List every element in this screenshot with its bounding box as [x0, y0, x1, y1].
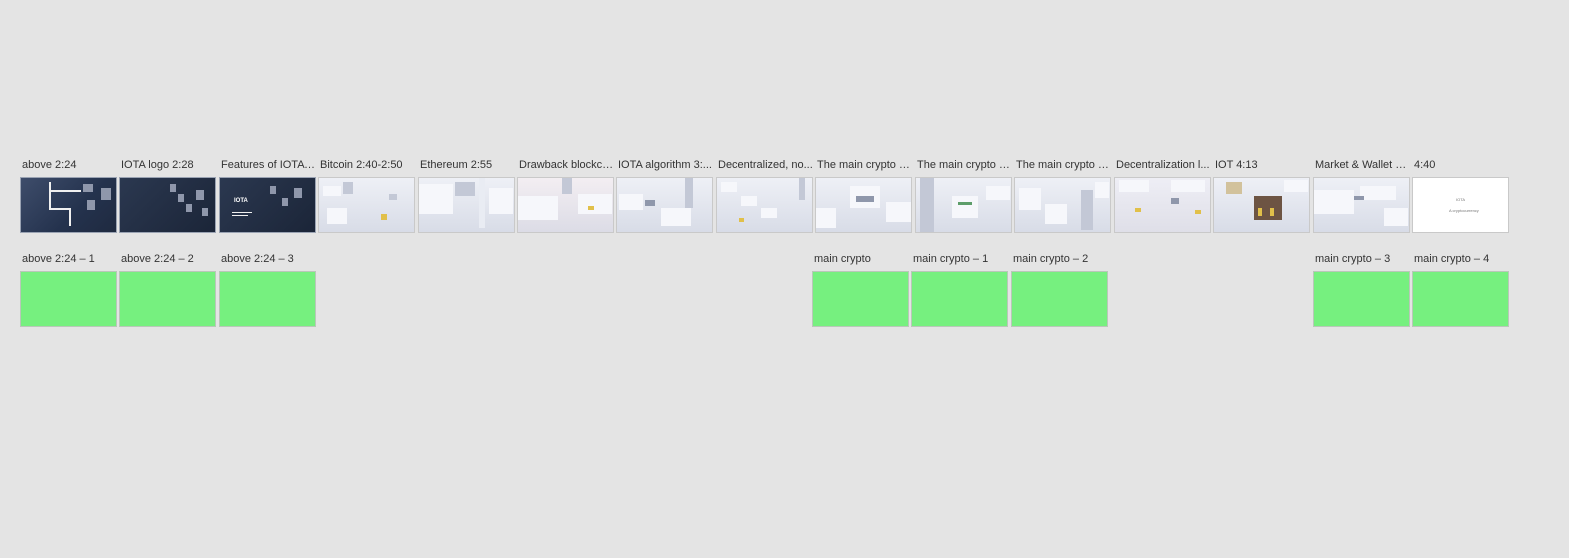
overlay-block[interactable]	[911, 271, 1008, 327]
frame-bitcoin[interactable]: Bitcoin 2:40-2:50	[318, 158, 415, 233]
frame-label: Decentralization l...	[1116, 159, 1210, 171]
overlay-label: above 2:24 – 3	[221, 253, 294, 265]
frame-label: Market & Wallet 4...	[1315, 159, 1410, 171]
frame-decentralized[interactable]: Decentralized, no...	[716, 158, 813, 233]
overlay-block[interactable]	[812, 271, 909, 327]
overlay-clip[interactable]: above 2:24 – 3	[219, 252, 316, 327]
frame-thumbnail[interactable]	[915, 177, 1012, 233]
frame-label: Drawback blockch...	[519, 159, 614, 171]
overlay-clip[interactable]: main crypto – 4	[1412, 252, 1509, 327]
overlay-clip[interactable]: above 2:24 – 1	[20, 252, 117, 327]
overlay-block[interactable]	[119, 271, 216, 327]
overlay-label: main crypto – 1	[913, 253, 989, 265]
frame-main-crypto-2[interactable]: The main crypto c...	[915, 158, 1012, 233]
frame-drawback-blockchain[interactable]: Drawback blockch...	[517, 158, 614, 233]
end-card-subtitle: A cryptocurrency	[1449, 208, 1479, 213]
overlay-clip[interactable]: above 2:24 – 2	[119, 252, 216, 327]
frame-main-crypto-1[interactable]: The main crypto c...	[815, 158, 912, 233]
frame-thumbnail[interactable]	[119, 177, 216, 233]
frame-thumbnail[interactable]	[318, 177, 415, 233]
frame-label: Bitcoin 2:40-2:50	[320, 159, 403, 171]
overlay-clip[interactable]: main crypto – 3	[1313, 252, 1410, 327]
frame-label: Ethereum 2:55	[420, 159, 493, 171]
overlay-clip[interactable]: main crypto – 2	[1011, 252, 1108, 327]
frame-thumbnail[interactable]	[20, 177, 117, 233]
frame-label: The main crypto c...	[817, 159, 912, 171]
overlay-block[interactable]	[20, 271, 117, 327]
frame-iota-logo[interactable]: IOTA logo 2:28	[119, 158, 216, 233]
frame-thumbnail[interactable]: IOTA A cryptocurrency	[1412, 177, 1509, 233]
frame-label: The main crypto c...	[917, 159, 1012, 171]
overlay-block[interactable]	[1412, 271, 1509, 327]
frame-thumbnail[interactable]	[1313, 177, 1410, 233]
end-card-title: IOTA	[1456, 197, 1466, 202]
overlay-label: above 2:24 – 2	[121, 253, 194, 265]
frame-end-card[interactable]: 4:40 IOTA A cryptocurrency	[1412, 158, 1509, 233]
frame-label: Features of IOTA 2...	[221, 159, 316, 171]
frame-thumbnail[interactable]	[815, 177, 912, 233]
frame-thumbnail[interactable]	[616, 177, 713, 233]
frame-ethereum[interactable]: Ethereum 2:55	[418, 158, 515, 233]
overlay-label: main crypto	[814, 253, 871, 265]
frame-decentralization[interactable]: Decentralization l...	[1114, 158, 1211, 233]
iota-logo-text: IOTA	[234, 198, 248, 204]
frame-above[interactable]: above 2:24	[20, 158, 117, 233]
overlay-label: main crypto – 4	[1414, 253, 1490, 265]
overlay-label: main crypto – 2	[1013, 253, 1089, 265]
frame-label: 4:40	[1414, 159, 1436, 171]
frame-thumbnail[interactable]	[1213, 177, 1310, 233]
frame-label: IOT 4:13	[1215, 159, 1258, 171]
frame-thumbnail[interactable]: IOTA	[219, 177, 316, 233]
frame-label: IOTA logo 2:28	[121, 159, 194, 171]
frame-thumbnail[interactable]	[1014, 177, 1111, 233]
frame-label: The main crypto c...	[1016, 159, 1111, 171]
frame-thumbnail[interactable]	[517, 177, 614, 233]
overlay-label: above 2:24 – 1	[22, 253, 95, 265]
overlay-block[interactable]	[1011, 271, 1108, 327]
frame-features-iota[interactable]: Features of IOTA 2... IOTA	[219, 158, 316, 233]
frame-thumbnail[interactable]	[716, 177, 813, 233]
frame-iota-algorithm[interactable]: IOTA algorithm 3:...	[616, 158, 713, 233]
overlay-block[interactable]	[219, 271, 316, 327]
overlay-label: main crypto – 3	[1315, 253, 1391, 265]
frame-label: Decentralized, no...	[718, 159, 813, 171]
frame-label: IOTA algorithm 3:...	[618, 159, 712, 171]
overlay-clip[interactable]: main crypto	[812, 252, 909, 327]
overlay-block[interactable]	[1313, 271, 1410, 327]
frame-label: above 2:24	[22, 159, 77, 171]
frame-market-wallet[interactable]: Market & Wallet 4...	[1313, 158, 1410, 233]
overlay-clip[interactable]: main crypto – 1	[911, 252, 1008, 327]
frame-iot[interactable]: IOT 4:13	[1213, 158, 1310, 233]
frame-thumbnail[interactable]	[1114, 177, 1211, 233]
frame-thumbnail[interactable]	[418, 177, 515, 233]
frame-main-crypto-3[interactable]: The main crypto c...	[1014, 158, 1111, 233]
